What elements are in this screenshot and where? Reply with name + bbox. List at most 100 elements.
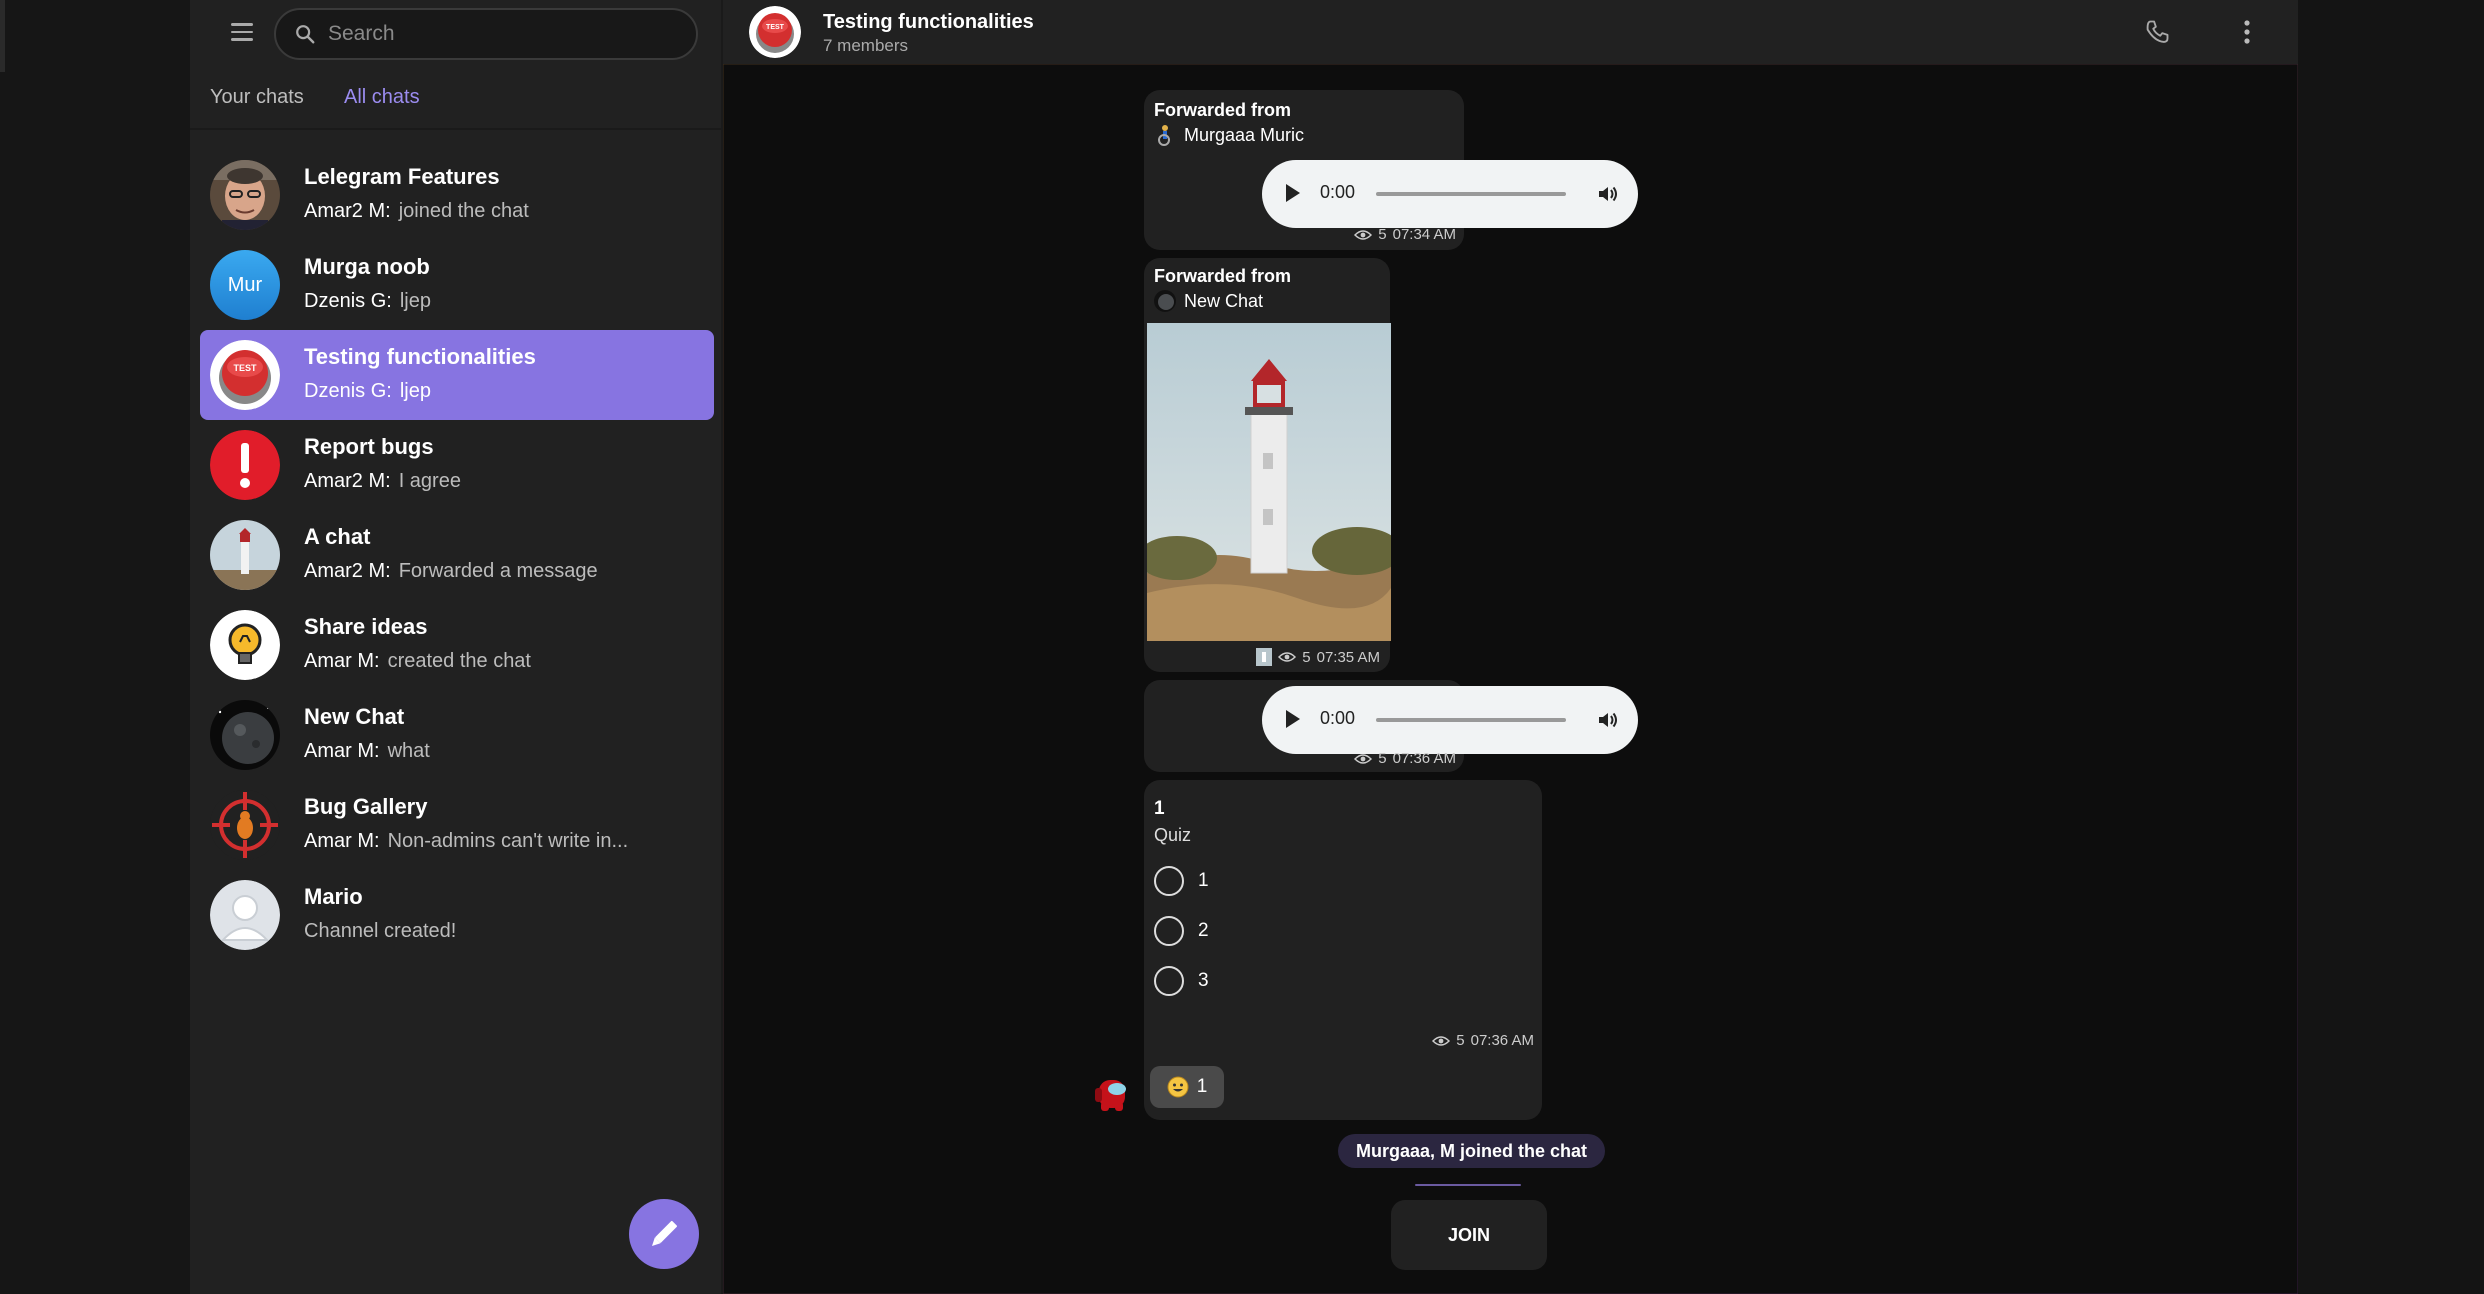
window-right-margin <box>2298 0 2484 1294</box>
chat-title: Testing functionalities <box>304 344 536 369</box>
default-user-avatar-icon <box>210 880 280 950</box>
planet-avatar-icon <box>1154 290 1176 312</box>
chat-last-message: I agree <box>398 470 461 492</box>
chat-sender: Amar2 M: <box>304 200 391 222</box>
forwarded-from[interactable]: Murgaaa Muric <box>1154 124 1304 146</box>
tab-all-chats[interactable]: All chats <box>344 86 420 109</box>
hamburger-menu-icon[interactable] <box>228 18 256 46</box>
avatar-initials: Mur <box>227 273 263 296</box>
test-button-avatar-icon: TEST <box>210 340 280 410</box>
chat-item-share-ideas[interactable]: Share ideas Amar M: created the chat <box>200 600 714 690</box>
poll-type: Quiz <box>1154 825 1192 845</box>
search-input[interactable] <box>328 20 668 48</box>
message-forwarded-photo[interactable]: Forwarded from New Chat 5 07:35 AM <box>1144 258 1391 672</box>
chat-item-testing-functionalities[interactable]: TEST Testing functionalities Dzenis G: lj… <box>200 330 714 420</box>
view-count: 5 <box>1456 1032 1465 1049</box>
chat-item-lelegram-features[interactable]: Lelegram Features Amar2 M: joined the cha… <box>200 150 714 240</box>
lighthouse-photo[interactable] <box>1147 323 1391 641</box>
chat-item-a-chat[interactable]: A chat Amar2 M: Forwarded a message <box>200 510 714 600</box>
poll-option-label: 2 <box>1198 920 1209 941</box>
forwarded-from[interactable]: New Chat <box>1154 290 1263 312</box>
poll-option[interactable]: 3 <box>1154 966 1209 996</box>
eye-icon <box>1278 652 1297 662</box>
chat-sender: Dzenis G: <box>304 290 392 312</box>
chat-header[interactable]: TEST Testing functionalities 7 members <box>723 0 2298 64</box>
phone-icon[interactable] <box>2143 18 2171 46</box>
audio-player[interactable]: 0:00 <box>1262 160 1638 228</box>
forwarded-from-name: New Chat <box>1184 290 1264 311</box>
chat-item-mario[interactable]: Mario Channel created! <box>200 870 714 960</box>
message-quiz-poll[interactable]: 1 Quiz 1 2 3 5 07:36 AM 1 <box>1144 780 1542 1120</box>
message-time: 07:36 AM <box>1470 1032 1534 1049</box>
audio-seek-bar[interactable] <box>1376 192 1566 196</box>
join-button[interactable]: JOIN <box>1391 1200 1547 1270</box>
lightbulb-icon <box>210 610 280 680</box>
chat-preview: Amar M: what <box>304 740 430 763</box>
chat-avatar-icon[interactable]: TEST <box>749 6 801 58</box>
chat-title: Bug Gallery <box>304 794 428 819</box>
chat-preview: Amar2 M: joined the chat <box>304 200 529 223</box>
chat-item-bug-gallery[interactable]: Bug Gallery Amar M: Non-admins can't writ… <box>200 780 714 870</box>
chat-item-report-bugs[interactable]: Report bugs Amar2 M: I agree <box>200 420 714 510</box>
eye-icon <box>1354 229 1373 240</box>
service-message: Murgaaa, M joined the chat <box>1338 1134 1606 1168</box>
radio-button[interactable] <box>1154 866 1184 896</box>
radio-button[interactable] <box>1154 916 1184 946</box>
window-edge <box>0 0 5 72</box>
smiley-emoji-icon <box>1167 1076 1189 1098</box>
chat-preview: Amar2 M: I agree <box>304 470 461 493</box>
message-time: 07:35 AM <box>1316 648 1380 666</box>
chat-header-title: Testing functionalities <box>823 11 1034 33</box>
audio-seek-bar[interactable] <box>1376 718 1566 722</box>
exclamation-icon <box>210 430 280 500</box>
chat-member-count: 7 members <box>823 36 909 55</box>
bug-target-icon <box>210 790 280 860</box>
chat-preview: Dzenis G: ljep <box>304 290 431 313</box>
more-options-icon[interactable] <box>2233 18 2261 46</box>
chat-item-murga-noob[interactable]: Mur Murga noob Dzenis G: ljep <box>200 240 714 330</box>
chat-last-message: Non-admins can't write in... <box>387 830 629 852</box>
lighthouse-avatar-icon <box>210 520 280 590</box>
poll-option[interactable]: 1 <box>1154 866 1209 896</box>
chat-title: A chat <box>304 524 371 549</box>
chat-last-message: joined the chat <box>398 200 529 222</box>
message-meta: 5 07:35 AM <box>1256 648 1380 666</box>
avatar-label: TEST <box>766 24 785 31</box>
poll-option[interactable]: 2 <box>1154 916 1209 946</box>
message-time: 07:34 AM <box>1392 226 1456 243</box>
chat-preview: Channel created! <box>304 920 456 943</box>
message-meta: 5 07:34 AM <box>1354 226 1456 243</box>
volume-icon[interactable] <box>1596 708 1620 732</box>
chat-last-message: ljep <box>399 290 431 312</box>
search-box[interactable] <box>274 8 698 60</box>
chat-last-message: Forwarded a message <box>398 560 598 582</box>
poll-option-label: 3 <box>1198 970 1209 991</box>
chat-preview: Amar M: created the chat <box>304 650 531 673</box>
audio-player[interactable]: 0:00 <box>1262 686 1638 754</box>
avatar <box>210 160 280 230</box>
chat-title: New Chat <box>304 704 405 729</box>
chat-item-new-chat[interactable]: New Chat Amar M: what <box>200 690 714 780</box>
play-icon[interactable] <box>1286 710 1300 728</box>
message-time: 07:36 AM <box>1392 750 1456 767</box>
chat-preview: Dzenis G: ljep <box>304 380 431 403</box>
chat-tabs: Your chats All chats <box>190 80 723 130</box>
sidebar-header <box>190 0 723 68</box>
volume-icon[interactable] <box>1596 182 1620 206</box>
view-count: 5 <box>1302 648 1311 666</box>
sidebar: Your chats All chats Lelegram Features A… <box>190 0 723 1294</box>
avatar: Mur <box>210 250 280 320</box>
radio-button[interactable] <box>1154 966 1184 996</box>
reaction-chip[interactable]: 1 <box>1150 1066 1224 1108</box>
sender-avatar-icon[interactable] <box>1095 1072 1129 1112</box>
play-icon[interactable] <box>1286 184 1300 202</box>
chat-sender: Amar2 M: <box>304 470 391 492</box>
message-audio[interactable]: 0:00 5 07:36 AM <box>1144 680 1638 772</box>
compose-button[interactable] <box>629 1199 699 1269</box>
pencil-icon <box>651 1220 678 1247</box>
chat-sender: Amar M: <box>304 650 380 672</box>
chat-sender: Dzenis G: <box>304 380 392 402</box>
tab-your-chats[interactable]: Your chats <box>210 86 304 109</box>
message-forwarded-audio[interactable]: Forwarded from Murgaaa Muric 0:00 5 07:3… <box>1144 90 1638 250</box>
poll-option-label: 1 <box>1198 870 1209 891</box>
